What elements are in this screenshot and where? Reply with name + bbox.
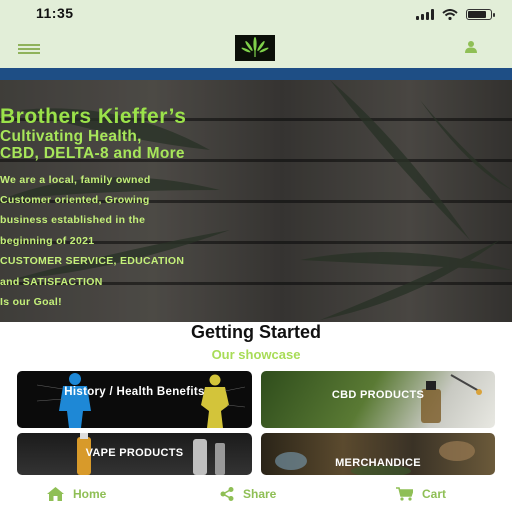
battery-level	[468, 11, 486, 18]
hero-title: Brothers Kieffer’s	[0, 105, 187, 128]
nav-cart[interactable]: Cart	[396, 485, 446, 503]
card-cbd-products[interactable]: CBD PRODUCTS	[261, 371, 495, 428]
nav-label: Share	[243, 487, 277, 501]
wifi-icon	[442, 9, 458, 20]
card-vape-products[interactable]: VAPE PRODUCTS	[17, 433, 252, 475]
status-icons	[416, 8, 495, 20]
hero-text-line: and SATISFACTION	[0, 276, 103, 288]
hero-banner: Brothers Kieffer’s Cultivating Health, C…	[0, 80, 512, 322]
hero-text-line: CUSTOMER SERVICE, EDUCATION	[0, 255, 185, 267]
logo[interactable]	[235, 35, 275, 61]
card-label: CBD PRODUCTS	[331, 389, 425, 401]
card-history-health-benefits[interactable]: History / Health Benefits	[17, 371, 252, 428]
hero-subtitle-line: CBD, DELTA-8 and More	[0, 145, 185, 162]
app-header	[0, 28, 512, 68]
nav-share[interactable]: Share	[220, 485, 276, 503]
hero-text-line: business established in the	[0, 214, 146, 226]
section-title: Getting Started	[190, 322, 321, 342]
status-time: 11:35	[36, 5, 74, 21]
body-diagram-image	[36, 373, 246, 428]
bottom-navigation: Home Share Cart	[0, 475, 512, 512]
card-label: VAPE PRODUCTS	[85, 447, 184, 459]
hero-text-line: Is our Goal!	[0, 296, 62, 308]
user-account-icon[interactable]	[464, 40, 478, 54]
hero-text-line: We are a local, family owned	[0, 174, 151, 186]
card-merchandice[interactable]: MERCHANDICE	[261, 433, 495, 475]
home-icon	[47, 487, 64, 501]
hero-text-line: beginning of 2021	[0, 235, 95, 247]
nav-label: Home	[73, 487, 107, 501]
cart-icon	[396, 487, 413, 501]
hero-subtitle-line: Cultivating Health,	[0, 128, 142, 145]
header-divider	[0, 68, 512, 80]
share-icon	[220, 487, 234, 501]
cannabis-leaf-logo-icon	[241, 37, 269, 57]
hero-text-line: Customer oriented, Growing	[0, 194, 150, 206]
status-bar: 11:35	[0, 0, 512, 28]
battery-icon	[466, 9, 495, 20]
hamburger-menu-icon[interactable]	[18, 44, 40, 54]
section-subtitle: Our showcase	[211, 347, 301, 362]
nav-label: Cart	[422, 487, 447, 501]
nav-home[interactable]: Home	[47, 485, 106, 503]
card-label: MERCHANDICE	[335, 457, 421, 469]
card-label: History / Health Benefits	[64, 386, 205, 398]
signal-icon	[416, 9, 434, 20]
